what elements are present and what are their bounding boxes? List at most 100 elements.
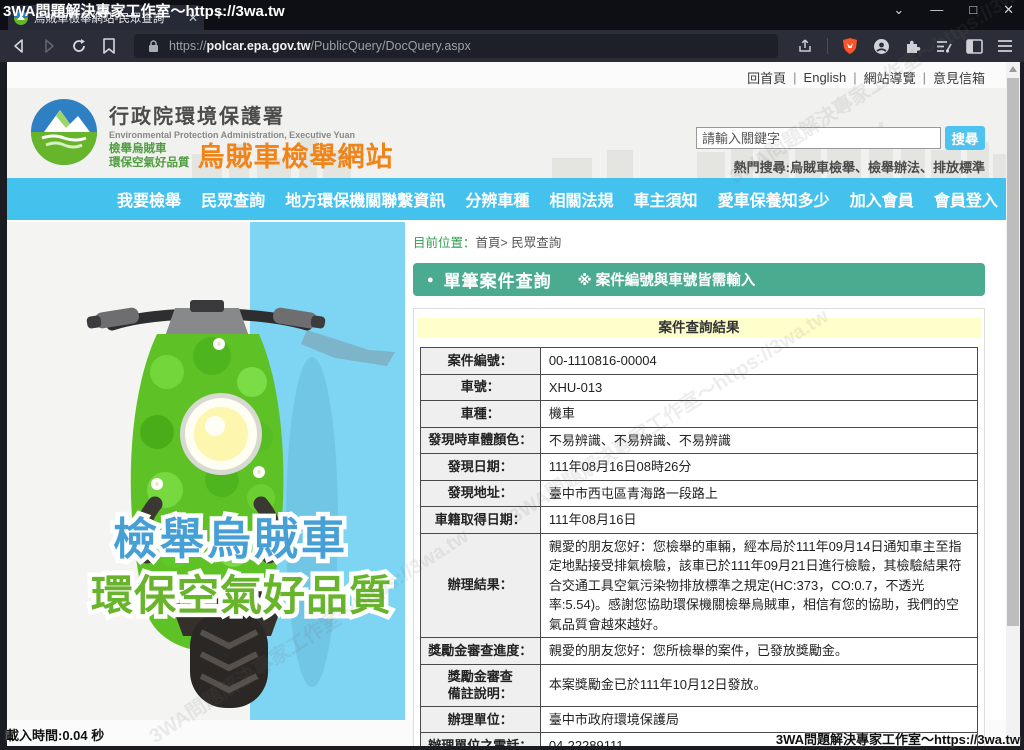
brave-shield-icon[interactable]	[841, 37, 859, 55]
page-scrollbar[interactable]	[1006, 62, 1020, 746]
nav-item[interactable]: 會員登入	[934, 187, 998, 211]
bookmark-icon[interactable]	[100, 37, 118, 55]
row-value: 111年08月16日08時26分	[540, 454, 977, 481]
nav-item[interactable]: 相關法規	[549, 187, 613, 211]
url-bar[interactable]: https://polcar.epa.gov.tw/PublicQuery/Do…	[134, 34, 778, 58]
table-row: 發現日期：111年08月16日08時26分	[420, 454, 977, 481]
url-text: https://polcar.epa.gov.tw/PublicQuery/Do…	[169, 39, 471, 53]
link-separator: |	[853, 70, 856, 85]
row-label: 車號：	[420, 374, 540, 401]
extensions-puzzle-icon[interactable]	[903, 37, 921, 55]
row-value: 親愛的朋友您好：您檢舉的車輛，經本局於111年09月14日通知車主至指定地點接受…	[540, 533, 977, 638]
table-row: 車籍取得日期：111年08月16日	[420, 507, 977, 534]
epa-logo-icon	[30, 98, 98, 166]
scooter-tire	[190, 610, 268, 708]
section-header: ● 單筆案件查詢 ※ 案件編號與車號皆需輸入	[413, 263, 985, 296]
bullet-icon: ●	[427, 274, 434, 286]
row-label: 辦理單位之電話：	[420, 733, 540, 746]
result-panel: 案件查詢結果 案件編號：00-1110816-00004車號：XHU-013車種…	[413, 308, 985, 746]
utility-link[interactable]: 網站導覽	[864, 68, 916, 87]
watermark-bottom-right: 3WA問題解決專家工作室～https://3wa.tw	[776, 729, 1020, 748]
row-label: 獎勵金審查進度：	[420, 638, 540, 665]
row-label: 發現地址：	[420, 480, 540, 507]
nav-item[interactable]: 地方環保機關聯繫資訊	[285, 187, 445, 211]
site-title: 烏賊車檢舉網站	[198, 144, 394, 171]
close-window-button[interactable]: ✕	[1003, 2, 1014, 18]
table-row: 獎勵金審查進度：親愛的朋友您好：您所檢舉的案件，已發放獎勵金。	[420, 638, 977, 665]
row-value: 111年08月16日	[540, 507, 977, 534]
back-icon[interactable]	[10, 37, 28, 55]
row-label: 發現日期：	[420, 454, 540, 481]
result-header: 案件查詢結果	[417, 318, 981, 338]
playlist-icon[interactable]	[934, 37, 952, 55]
utility-link[interactable]: 回首頁	[747, 68, 786, 87]
profile-icon[interactable]	[872, 37, 890, 55]
nav-item[interactable]: 愛車保養知多少	[718, 187, 830, 211]
share-icon[interactable]	[796, 37, 814, 55]
main-content: 目前位置：首頁> 民眾查詢 ● 單筆案件查詢 ※ 案件編號與車號皆需輸入 案件查…	[413, 228, 985, 746]
sidebar-icon[interactable]	[965, 37, 983, 55]
content-area: 檢舉烏賊車 環保空氣好品質 目前位置：首頁> 民眾查詢 ● 單筆案件查詢 ※ 案…	[7, 220, 1020, 720]
table-row: 獎勵金審查 備註說明：本案獎勵金已於111年10月12日發放。	[420, 664, 977, 706]
org-name: 行政院環境保護署	[109, 100, 394, 129]
utility-link[interactable]: 意見信箱	[933, 68, 985, 87]
row-label: 車種：	[420, 401, 540, 428]
row-label: 案件編號：	[420, 348, 540, 375]
tab-list-chevron-icon[interactable]: ⌄	[893, 2, 904, 18]
org-name-en: Environmental Protection Administration,…	[109, 130, 394, 140]
main-nav: 我要檢舉民眾查詢地方環保機關聯繫資訊分辨車種相關法規車主須知愛車保養知多少加入會…	[7, 178, 1020, 220]
nav-item[interactable]: 我要檢舉	[117, 187, 181, 211]
site-logo[interactable]: 行政院環境保護署 Environmental Protection Admini…	[30, 98, 394, 171]
nav-item[interactable]: 加入會員	[850, 187, 914, 211]
row-value: 本案獎勵金已於111年10月12日發放。	[540, 664, 977, 706]
hot-search-text: 熱門搜尋:烏賊車檢舉、檢舉辦法、排放標準	[734, 157, 985, 176]
row-value: 不易辨識、不易辨識、不易辨識	[540, 427, 977, 454]
row-value: 機車	[540, 401, 977, 428]
lock-icon	[144, 37, 162, 55]
promo-line1: 檢舉烏賊車	[113, 515, 348, 564]
row-value: XHU-013	[540, 374, 977, 401]
table-row: 發現時車體顏色：不易辨識、不易辨識、不易辨識	[420, 427, 977, 454]
logo-slogan: 檢舉烏賊車 環保空氣好品質	[109, 143, 190, 171]
browser-toolbar: https://polcar.epa.gov.tw/PublicQuery/Do…	[0, 30, 1024, 62]
table-row: 車號：XHU-013	[420, 374, 977, 401]
watermark-top: 3WA問題解決專家工作室～https://3wa.tw	[3, 0, 285, 21]
row-label: 車籍取得日期：	[420, 507, 540, 534]
row-label: 辦理結果：	[420, 533, 540, 638]
watermark-load-time: 載入時間:0.04 秒	[6, 725, 104, 744]
promo-banner: 檢舉烏賊車 環保空氣好品質	[7, 222, 405, 720]
site-header: 行政院環境保護署 Environmental Protection Admini…	[7, 88, 1020, 178]
nav-item[interactable]: 車主須知	[634, 187, 698, 211]
scroll-up-icon[interactable]	[1009, 66, 1017, 72]
row-label: 發現時車體顏色：	[420, 427, 540, 454]
row-label: 辦理單位：	[420, 706, 540, 733]
row-value: 臺中市西屯區青海路一段路上	[540, 480, 977, 507]
breadcrumb-label: 目前位置：	[413, 236, 476, 250]
maximize-button[interactable]: □	[969, 2, 977, 18]
minimize-button[interactable]: —	[930, 2, 943, 18]
scrollbar-thumb[interactable]	[1007, 78, 1019, 626]
utility-links: 回首頁 | English | 網站導覽 | 意見信箱	[747, 68, 985, 87]
reload-icon[interactable]	[70, 37, 88, 55]
search-button[interactable]: 搜尋	[945, 126, 985, 150]
row-value: 親愛的朋友您好：您所檢舉的案件，已發放獎勵金。	[540, 638, 977, 665]
menu-hamburger-icon[interactable]	[996, 37, 1014, 55]
breadcrumb: 目前位置：首頁> 民眾查詢	[413, 232, 985, 251]
utility-link[interactable]: English	[804, 70, 847, 85]
table-row: 發現地址：臺中市西屯區青海路一段路上	[420, 480, 977, 507]
link-separator: |	[793, 70, 796, 85]
table-row: 案件編號：00-1110816-00004	[420, 348, 977, 375]
breadcrumb-path[interactable]: 首頁> 民眾查詢	[476, 236, 562, 250]
scooter-headlight	[180, 393, 262, 475]
page-viewport: 回首頁 | English | 網站導覽 | 意見信箱 行政院環境保護署	[7, 62, 1020, 746]
toolbar-separator	[827, 38, 828, 54]
link-separator: |	[923, 70, 926, 85]
search-input[interactable]	[696, 127, 941, 149]
nav-item[interactable]: 民眾查詢	[201, 187, 265, 211]
row-value: 00-1110816-00004	[540, 348, 977, 375]
section-note: ※ 案件編號與車號皆需輸入	[578, 269, 756, 290]
nav-item[interactable]: 分辨車種	[465, 187, 529, 211]
promo-line2: 環保空氣好品質	[91, 572, 392, 619]
forward-icon[interactable]	[40, 37, 58, 55]
table-row: 車種：機車	[420, 401, 977, 428]
